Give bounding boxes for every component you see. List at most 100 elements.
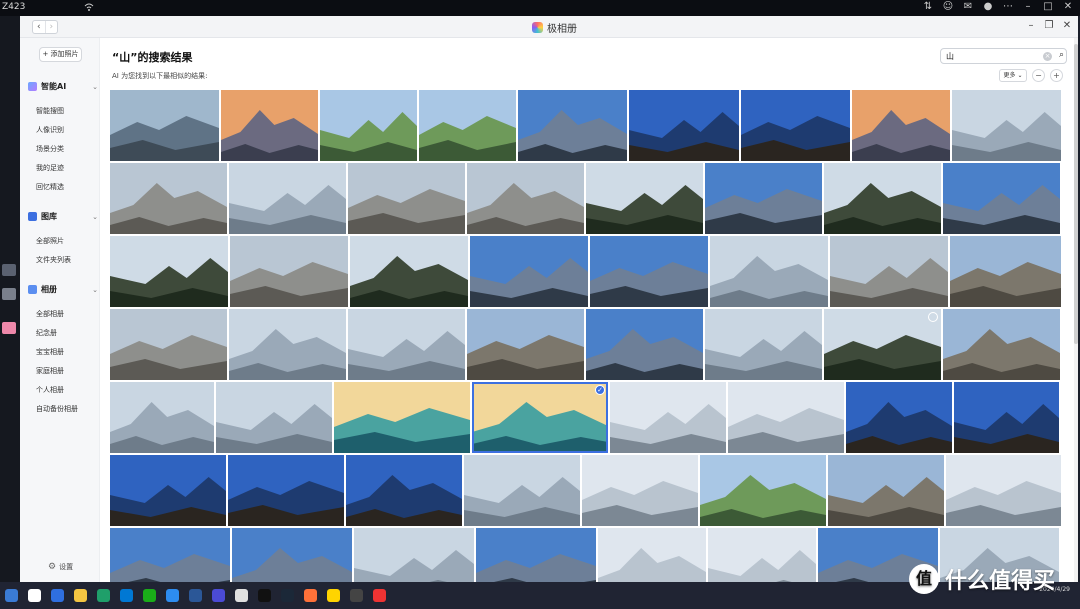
photo-thumbnail[interactable] (320, 90, 417, 161)
sidebar-section-albums[interactable]: 相册 ⌄ (28, 284, 98, 295)
search-icon[interactable]: ⌕ (1059, 50, 1064, 60)
desktop-maximize-icon[interactable]: □ (1042, 1, 1054, 13)
settings-button[interactable]: ⚙ 设置 (48, 562, 73, 572)
zoom-out-button[interactable]: − (1032, 69, 1045, 82)
more-button[interactable]: 更多 ⌄ (999, 69, 1027, 82)
photo-thumbnail[interactable] (824, 309, 941, 380)
photo-thumbnail[interactable] (586, 309, 703, 380)
photo-thumbnail[interactable] (419, 90, 516, 161)
photo-thumbnail[interactable] (110, 309, 227, 380)
taskbar-app-icon[interactable] (51, 589, 64, 602)
photo-thumbnail[interactable] (216, 382, 332, 453)
photo-thumbnail[interactable] (221, 90, 318, 161)
photo-thumbnail[interactable] (705, 309, 822, 380)
photo-thumbnail[interactable] (232, 528, 352, 582)
check-icon[interactable]: ✓ (595, 385, 605, 395)
account-icon[interactable]: ● (982, 1, 994, 13)
photo-thumbnail[interactable] (846, 382, 952, 453)
taskbar-app-icon[interactable] (235, 589, 248, 602)
sidebar-item-baby[interactable]: 宝宝相册 (36, 347, 64, 357)
sidebar-item-auto-backup[interactable]: 自动备份相册 (36, 404, 78, 414)
photo-thumbnail[interactable] (476, 528, 596, 582)
photo-thumbnail[interactable] (110, 236, 228, 307)
taskbar-app-icon[interactable] (373, 589, 386, 602)
dock-app-icon[interactable] (2, 264, 16, 276)
scrollbar[interactable] (1074, 38, 1078, 582)
photo-thumbnail[interactable] (110, 528, 230, 582)
photo-thumbnail[interactable] (582, 455, 698, 526)
maximize-icon[interactable]: ❐ (1044, 20, 1054, 32)
forward-icon[interactable]: › (44, 21, 58, 33)
sidebar-item-memorial[interactable]: 纪念册 (36, 328, 57, 338)
sidebar-item-family[interactable]: 家庭相册 (36, 366, 64, 376)
photo-thumbnail[interactable] (348, 309, 465, 380)
desktop-minimize-icon[interactable]: – (1022, 1, 1034, 13)
photo-thumbnail[interactable] (354, 528, 474, 582)
taskbar-app-icon[interactable] (281, 589, 294, 602)
photo-thumbnail[interactable] (346, 455, 462, 526)
sidebar-item-smart-search[interactable]: 智能搜图 (36, 106, 64, 116)
add-photo-button[interactable]: + 添加照片 (39, 47, 82, 62)
sidebar-item-face[interactable]: 人像识别 (36, 125, 64, 135)
photo-thumbnail[interactable] (629, 90, 739, 161)
photo-thumbnail[interactable] (610, 382, 726, 453)
photo-thumbnail[interactable] (728, 382, 844, 453)
photo-thumbnail[interactable] (334, 382, 470, 453)
taskbar-app-icon[interactable] (304, 589, 317, 602)
taskbar-app-icon[interactable] (350, 589, 363, 602)
photo-thumbnail[interactable] (708, 528, 816, 582)
photo-thumbnail[interactable] (943, 163, 1060, 234)
mail-icon[interactable]: ✉ (962, 1, 974, 13)
taskbar-app-icon[interactable] (28, 589, 41, 602)
taskbar-app-icon[interactable] (143, 589, 156, 602)
sidebar-item-footprint[interactable]: 我的足迹 (36, 163, 64, 173)
taskbar-app-icon[interactable] (5, 589, 18, 602)
taskbar-app-icon[interactable] (166, 589, 179, 602)
photo-thumbnail[interactable] (590, 236, 708, 307)
taskbar-app-icon[interactable] (74, 589, 87, 602)
sidebar-item-memories[interactable]: 回忆精选 (36, 182, 64, 192)
search-input[interactable]: 山 × ⌕ (940, 48, 1067, 64)
photo-thumbnail[interactable] (852, 90, 950, 161)
sidebar-section-library[interactable]: 图库 ⌄ (28, 211, 98, 222)
zoom-in-button[interactable]: + (1050, 69, 1063, 82)
photo-thumbnail[interactable] (518, 90, 627, 161)
photo-thumbnail[interactable] (467, 309, 584, 380)
sidebar-section-ai[interactable]: 智能AI ⌄ (28, 81, 98, 92)
taskbar-app-icon[interactable] (327, 589, 340, 602)
photo-thumbnail[interactable] (110, 163, 227, 234)
sidebar-item-all-albums[interactable]: 全部相册 (36, 309, 64, 319)
photo-thumbnail[interactable] (110, 455, 226, 526)
sidebar-item-scene[interactable]: 场景分类 (36, 144, 64, 154)
scrollbar-thumb[interactable] (1074, 44, 1078, 344)
photo-thumbnail[interactable] (952, 90, 1061, 161)
taskbar-app-icon[interactable] (120, 589, 133, 602)
photo-thumbnail[interactable] (110, 90, 219, 161)
clear-icon[interactable]: × (1043, 52, 1052, 61)
photo-thumbnail[interactable] (228, 455, 344, 526)
photo-thumbnail[interactable] (464, 455, 580, 526)
sidebar-item-personal[interactable]: 个人相册 (36, 385, 64, 395)
taskbar-app-icon[interactable] (189, 589, 202, 602)
taskbar-app-icon[interactable] (212, 589, 225, 602)
photo-thumbnail[interactable] (946, 455, 1061, 526)
photo-thumbnail[interactable] (954, 382, 1059, 453)
photo-thumbnail[interactable] (586, 163, 703, 234)
photo-thumbnail[interactable] (700, 455, 826, 526)
photo-thumbnail[interactable] (830, 236, 948, 307)
dock-photos-icon[interactable] (2, 322, 16, 334)
photo-thumbnail[interactable] (741, 90, 850, 161)
taskbar-app-icon[interactable] (97, 589, 110, 602)
photo-thumbnail[interactable] (710, 236, 828, 307)
photo-thumbnail[interactable] (705, 163, 822, 234)
photo-thumbnail[interactable]: ✓ (472, 382, 608, 453)
photo-thumbnail[interactable] (348, 163, 465, 234)
photo-thumbnail[interactable] (110, 382, 214, 453)
back-icon[interactable]: ‹ (33, 21, 45, 33)
photo-thumbnail[interactable] (230, 236, 348, 307)
sidebar-item-folders[interactable]: 文件夹列表 (36, 255, 71, 265)
select-circle-icon[interactable] (928, 312, 938, 322)
sidebar-item-all-photos[interactable]: 全部照片 (36, 236, 64, 246)
menu-icon[interactable]: ⋯ (1002, 1, 1014, 13)
photo-thumbnail[interactable] (470, 236, 588, 307)
